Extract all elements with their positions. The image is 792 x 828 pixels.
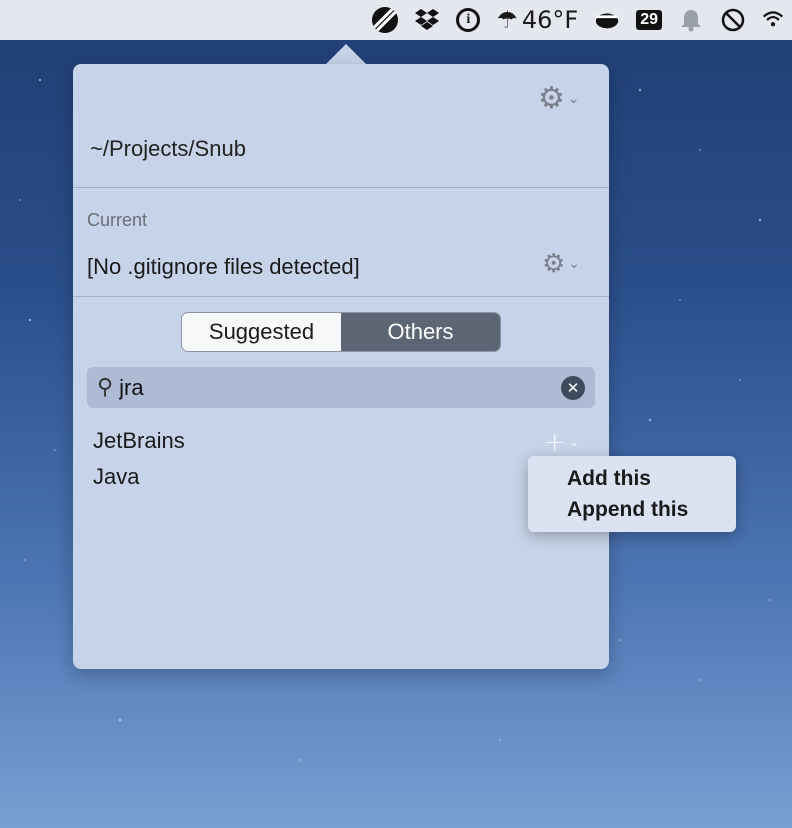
search-input[interactable] [119, 374, 561, 401]
timer-icon[interactable] [720, 7, 746, 33]
search-field[interactable]: ⚲ ✕ [87, 367, 595, 408]
weather-menu-extra[interactable]: ☂ 46°F [496, 8, 578, 32]
tab-segmented-control: Suggested Others [182, 313, 500, 351]
calendar-menu-extra[interactable]: 29 [636, 10, 662, 30]
menu-bar: i ☂ 46°F 29 [0, 0, 792, 40]
current-settings-button[interactable]: ⚙ ⌄ [542, 251, 580, 277]
coffee-icon[interactable] [594, 7, 620, 33]
add-context-menu: Add this Append this [528, 456, 736, 532]
wifi-icon[interactable] [762, 7, 784, 33]
password-icon[interactable]: i [456, 8, 481, 32]
tab-suggested[interactable]: Suggested [182, 313, 341, 351]
menu-item-add-this[interactable]: Add this [528, 466, 736, 497]
plus-icon: + [543, 425, 567, 458]
password-manager-menu-extra[interactable]: i [456, 8, 481, 32]
list-item[interactable]: JetBrains [93, 428, 185, 464]
gear-icon: ⚙ [538, 81, 565, 116]
weather-icon: ☂ [496, 6, 518, 34]
notification-bell-icon[interactable] [678, 7, 704, 33]
current-label: Current [87, 210, 148, 230]
snub-icon[interactable] [372, 7, 399, 33]
divider [73, 187, 609, 188]
snub-menu-extra[interactable] [372, 7, 399, 33]
popover-arrow [324, 44, 368, 66]
add-template-button[interactable]: + ⌄ [543, 428, 579, 456]
clear-search-icon[interactable]: ✕ [561, 375, 585, 400]
divider [73, 296, 609, 297]
search-icon: ⚲ [97, 375, 114, 400]
snub-popover: ⚙ ⌄ ~/Projects/Snub Current [No .gitigno… [73, 64, 609, 669]
results-list: JetBrains Java [93, 428, 185, 500]
chevron-down-icon: ⌄ [567, 91, 580, 107]
settings-menu-button[interactable]: ⚙ ⌄ [538, 84, 580, 114]
chevron-down-icon: ⌄ [568, 434, 580, 450]
dropbox-icon[interactable] [414, 7, 440, 33]
calendar-icon[interactable]: 29 [636, 10, 662, 30]
tab-others[interactable]: Others [341, 313, 500, 351]
temperature-text: 46°F [521, 6, 579, 34]
project-path: ~/Projects/Snub [90, 136, 246, 161]
chevron-down-icon: ⌄ [568, 256, 581, 272]
current-gitignore-value: [No .gitignore files detected] [87, 254, 360, 279]
menu-item-append-this[interactable]: Append this [528, 497, 736, 528]
gear-icon: ⚙ [542, 249, 566, 279]
list-item[interactable]: Java [93, 464, 185, 500]
